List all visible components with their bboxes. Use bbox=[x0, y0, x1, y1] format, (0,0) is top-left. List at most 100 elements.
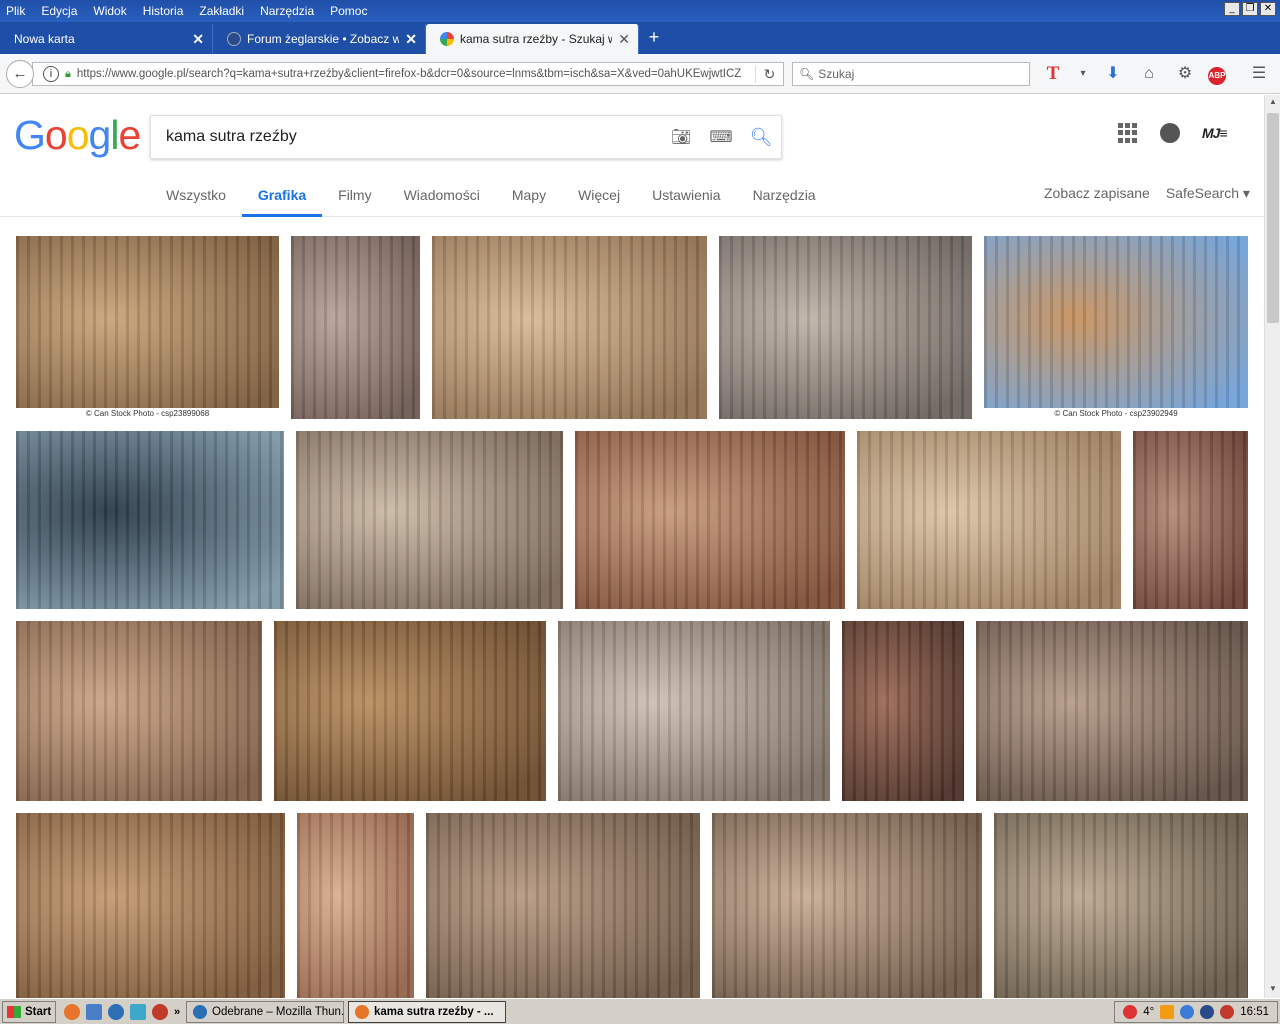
image-result[interactable] bbox=[712, 813, 982, 998]
translate-t-icon[interactable]: T bbox=[1040, 62, 1066, 86]
more-icon[interactable]: » bbox=[174, 1004, 182, 1020]
tray-app-icon[interactable] bbox=[1200, 1005, 1215, 1019]
tray-app-icon[interactable] bbox=[1180, 1005, 1195, 1019]
menu-zakladki[interactable]: Zakładki bbox=[191, 4, 252, 18]
image-result[interactable] bbox=[719, 236, 972, 419]
download-icon[interactable]: ⬇ bbox=[1100, 62, 1126, 86]
menu-pomoc[interactable]: Pomoc bbox=[322, 4, 375, 18]
avatar[interactable]: MJ≡ bbox=[1202, 125, 1228, 141]
safesearch-menu[interactable]: SafeSearch ▾ bbox=[1166, 185, 1250, 202]
menu-historia[interactable]: Historia bbox=[135, 4, 192, 18]
windows-flag-icon bbox=[7, 1005, 21, 1018]
image-results: © Can Stock Photo - csp23899068 © Can Sto… bbox=[0, 217, 1264, 998]
image-result[interactable] bbox=[976, 621, 1248, 801]
image-result[interactable] bbox=[842, 621, 964, 801]
forum-favicon-icon bbox=[227, 32, 241, 46]
tab-google-search[interactable]: kama sutra rzeźby - Szukaj w ... ✕ bbox=[426, 24, 639, 54]
image-result[interactable] bbox=[274, 621, 546, 801]
close-tab-icon[interactable]: ✕ bbox=[618, 31, 630, 48]
image-result[interactable]: © Can Stock Photo - csp23899068 bbox=[16, 236, 279, 419]
image-result[interactable] bbox=[297, 813, 414, 998]
image-result[interactable] bbox=[575, 431, 845, 609]
new-tab-icon[interactable]: + bbox=[639, 27, 669, 54]
tab-wszystko[interactable]: Wszystko bbox=[150, 185, 242, 217]
scroll-up-icon[interactable]: ▲ bbox=[1267, 97, 1279, 109]
tray-app-icon[interactable] bbox=[1123, 1005, 1138, 1019]
tab-narzedzia[interactable]: Narzędzia bbox=[737, 185, 832, 217]
tab-nowa-karta[interactable]: Nowa karta ✕ bbox=[0, 24, 213, 54]
image-result[interactable] bbox=[291, 236, 420, 419]
notifications-icon[interactable] bbox=[1160, 123, 1180, 143]
image-result[interactable] bbox=[16, 813, 285, 998]
keyboard-icon[interactable]: ⌨ bbox=[701, 127, 741, 147]
scroll-thumb[interactable] bbox=[1267, 113, 1279, 323]
close-tab-icon[interactable]: ✕ bbox=[405, 31, 417, 48]
back-button[interactable]: ← bbox=[6, 60, 34, 88]
gear-icon[interactable]: ⚙ bbox=[1172, 62, 1198, 86]
camera-icon[interactable]: 📷︎ bbox=[661, 127, 701, 147]
image-result[interactable] bbox=[296, 431, 563, 609]
quick-launch: » bbox=[64, 1003, 182, 1020]
thunderbird-icon bbox=[193, 1004, 207, 1019]
desktop-icon[interactable] bbox=[86, 1003, 102, 1020]
apps-grid-icon[interactable] bbox=[1118, 123, 1138, 143]
reload-icon[interactable]: ↻ bbox=[755, 65, 783, 83]
browser-search-input[interactable]: 🔍︎ Szukaj bbox=[792, 62, 1030, 86]
tab-title: Nowa karta bbox=[14, 32, 75, 46]
menu-narzedzia[interactable]: Narzędzia bbox=[252, 4, 322, 18]
start-button[interactable]: Start bbox=[2, 1000, 56, 1023]
menu-edycja[interactable]: Edycja bbox=[33, 4, 85, 18]
search-query[interactable]: kama sutra rzeźby bbox=[151, 128, 661, 146]
close-tab-icon[interactable]: ✕ bbox=[192, 31, 204, 48]
tab-ustawienia[interactable]: Ustawienia bbox=[636, 185, 736, 217]
restore-icon[interactable]: ❐ bbox=[1242, 2, 1258, 16]
tab-wiadomosci[interactable]: Wiadomości bbox=[388, 185, 496, 217]
google-search-box[interactable]: kama sutra rzeźby 📷︎ ⌨ 🔍︎ bbox=[150, 115, 782, 159]
image-result[interactable] bbox=[16, 621, 262, 801]
google-logo[interactable]: Google bbox=[14, 112, 141, 159]
menu-plik[interactable]: Plik bbox=[0, 4, 33, 18]
minimize-icon[interactable]: _ bbox=[1224, 2, 1240, 16]
vertical-scrollbar[interactable]: ▲ ▼ bbox=[1264, 95, 1280, 998]
tab-title: Forum żeglarskie • Zobacz wą... bbox=[247, 32, 400, 46]
image-result[interactable] bbox=[558, 621, 830, 801]
task-firefox[interactable]: kama sutra rzeźby - ... bbox=[348, 1000, 506, 1023]
image-result[interactable]: © Can Stock Photo - csp23902949 bbox=[984, 236, 1248, 419]
app-icon[interactable] bbox=[130, 1003, 146, 1020]
lock-icon[interactable]: 🔒︎ bbox=[65, 68, 71, 81]
close-window-icon[interactable]: ✕ bbox=[1260, 2, 1276, 16]
image-result[interactable] bbox=[432, 236, 707, 419]
menu-widok[interactable]: Widok bbox=[85, 4, 134, 18]
scroll-down-icon[interactable]: ▼ bbox=[1267, 984, 1279, 996]
url-bar[interactable]: i 🔒︎ https://www.google.pl/search?q=kama… bbox=[32, 62, 784, 86]
thunderbird-icon[interactable] bbox=[108, 1003, 124, 1020]
task-thunderbird[interactable]: Odebrane – Mozilla Thun... bbox=[186, 1000, 344, 1023]
tray-app-icon[interactable] bbox=[1160, 1005, 1175, 1019]
hamburger-menu-icon[interactable]: ☰ bbox=[1246, 62, 1272, 86]
window-controls: _ ❐ ✕ bbox=[1224, 2, 1276, 16]
navigation-bar: i 🔒︎ https://www.google.pl/search?q=kama… bbox=[0, 54, 1280, 94]
tab-forum[interactable]: Forum żeglarskie • Zobacz wą... ✕ bbox=[213, 24, 426, 54]
search-submit-icon[interactable]: 🔍︎ bbox=[741, 127, 781, 148]
firefox-icon[interactable] bbox=[64, 1003, 80, 1020]
task-label: Odebrane – Mozilla Thun... bbox=[212, 1005, 344, 1018]
image-result[interactable] bbox=[1133, 431, 1248, 609]
image-result[interactable] bbox=[994, 813, 1248, 998]
info-icon[interactable]: i bbox=[43, 66, 59, 82]
adblock-icon[interactable]: ABP bbox=[1208, 66, 1226, 85]
tab-filmy[interactable]: Filmy bbox=[322, 185, 387, 217]
image-result[interactable] bbox=[16, 431, 284, 609]
tab-mapy[interactable]: Mapy bbox=[496, 185, 562, 217]
menu-bar: Plik Edycja Widok Historia Zakładki Narz… bbox=[0, 0, 1280, 22]
url-text[interactable]: https://www.google.pl/search?q=kama+sutr… bbox=[77, 68, 755, 80]
home-icon[interactable]: ⌂ bbox=[1136, 62, 1162, 86]
saved-link[interactable]: Zobacz zapisane bbox=[1044, 185, 1150, 202]
image-result[interactable] bbox=[857, 431, 1121, 609]
dropdown-icon[interactable]: ▾ bbox=[1076, 62, 1090, 86]
tray-app-icon[interactable] bbox=[1220, 1005, 1235, 1019]
tab-wiecej[interactable]: Więcej bbox=[562, 185, 636, 217]
google-account-area: MJ≡ bbox=[1118, 123, 1228, 143]
tab-grafika[interactable]: Grafika bbox=[241, 185, 323, 217]
bug-icon[interactable] bbox=[152, 1003, 168, 1020]
image-result[interactable] bbox=[426, 813, 700, 998]
